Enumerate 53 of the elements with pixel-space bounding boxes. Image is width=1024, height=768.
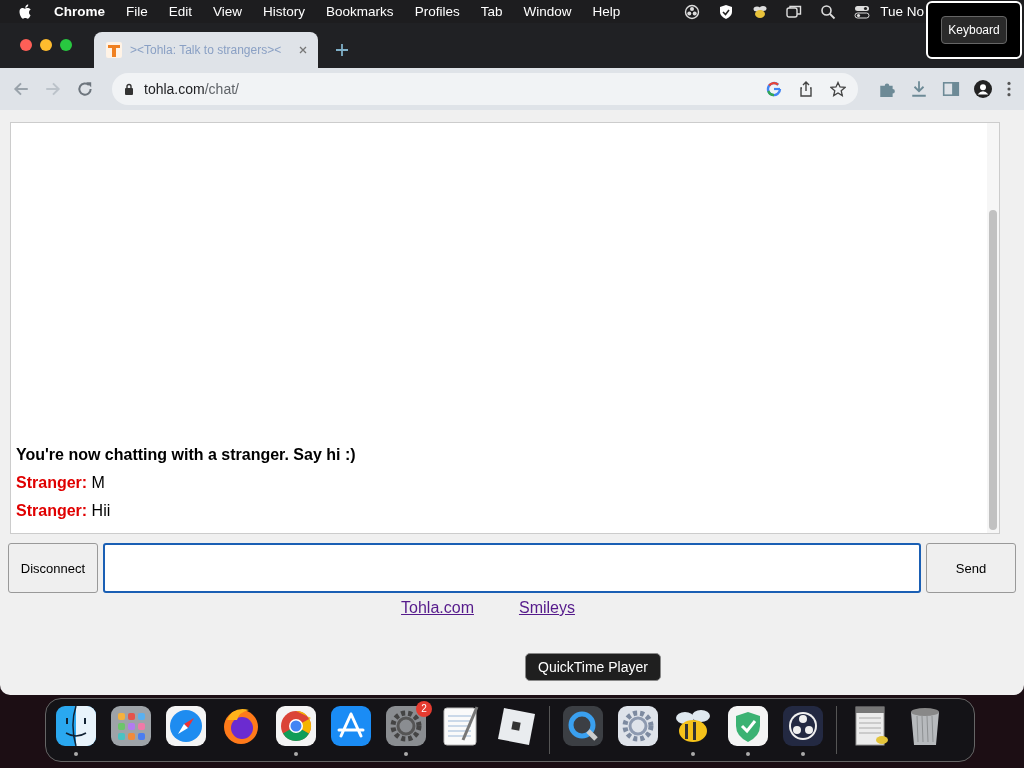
dock-tooltip: QuickTime Player: [525, 653, 661, 681]
shield-check-icon[interactable]: [726, 704, 770, 748]
menu-item[interactable]: File: [126, 4, 148, 19]
menu-item[interactable]: Bookmarks: [326, 4, 394, 19]
system-message: You're now chatting with a stranger. Say hi :): [16, 445, 357, 464]
menu-item[interactable]: Tab: [480, 4, 503, 19]
menu-clock: Tue No: [880, 4, 924, 19]
profile-avatar-icon[interactable]: [974, 80, 992, 98]
more-options-icon[interactable]: [1006, 80, 1012, 98]
send-button[interactable]: Send: [926, 543, 1016, 593]
search-icon[interactable]: [820, 3, 837, 20]
address-bar[interactable]: tohla.com/chat/: [112, 73, 858, 105]
apple-icon[interactable]: [18, 3, 34, 20]
message-input[interactable]: [103, 543, 921, 593]
compass-icon[interactable]: [164, 704, 208, 748]
close-window-button[interactable]: [20, 38, 32, 51]
menu-item[interactable]: Profiles: [414, 4, 460, 19]
menu-item[interactable]: Chrome: [54, 4, 105, 19]
share-icon[interactable]: [798, 81, 814, 97]
menu-item[interactable]: Window: [523, 4, 572, 19]
reload-icon[interactable]: [76, 80, 94, 98]
notification-badge: 2: [416, 701, 432, 717]
smiling-face-icon[interactable]: [54, 704, 98, 748]
letter-t-icon: [106, 42, 122, 58]
close-icon[interactable]: [298, 45, 308, 55]
star-icon[interactable]: [830, 81, 846, 97]
app-grid-icon[interactable]: [109, 704, 153, 748]
url-text: tohla.com/chat/: [144, 81, 239, 97]
menu-item[interactable]: Help: [592, 4, 621, 19]
footer-link[interactable]: Smileys: [518, 599, 575, 617]
download-icon[interactable]: [910, 80, 928, 98]
magnifier-q-icon[interactable]: [561, 704, 605, 748]
disconnect-button[interactable]: Disconnect: [8, 543, 98, 593]
menu-item[interactable]: View: [213, 4, 243, 19]
menu-item[interactable]: History: [263, 4, 306, 19]
plus-icon[interactable]: [335, 43, 349, 57]
letter-a-icon[interactable]: [329, 704, 373, 748]
shield-check-icon[interactable]: [718, 3, 735, 20]
menu-item[interactable]: Edit: [168, 4, 193, 19]
google-g-icon[interactable]: [766, 81, 782, 97]
chat-message: Stranger: M: [16, 473, 106, 492]
zoom-window-button[interactable]: [60, 38, 72, 51]
tab-title: ><Tohla: Talk to strangers><: [130, 43, 283, 57]
keyboard-key: Keyboard: [941, 16, 1007, 44]
lock-icon: [124, 83, 134, 95]
toggles-icon[interactable]: [854, 3, 871, 20]
footer-link[interactable]: Tohla.com: [401, 599, 474, 617]
side-panel-icon[interactable]: [942, 80, 960, 98]
circle-icon[interactable]: [684, 3, 701, 20]
gear-icon[interactable]: [616, 704, 660, 748]
chat-message: Stranger: Hii: [16, 501, 112, 520]
minimize-window-button[interactable]: [40, 38, 52, 51]
windows-icon[interactable]: [786, 3, 803, 20]
